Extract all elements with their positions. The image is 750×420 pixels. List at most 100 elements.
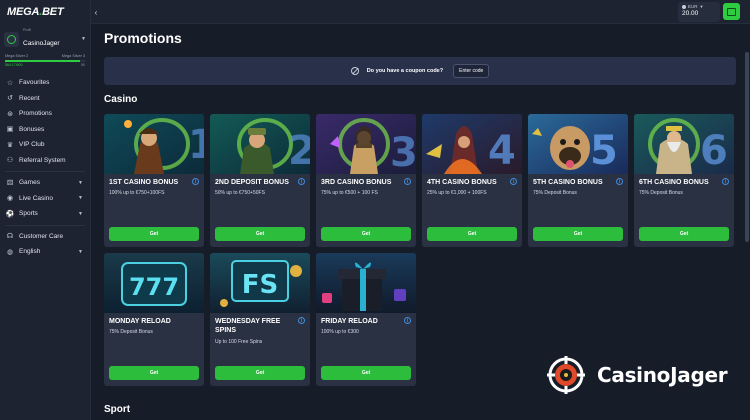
promo-image: 5 <box>528 114 628 174</box>
watermark: CasinoJager <box>547 356 728 394</box>
sidebar-item-label: Games <box>19 179 40 187</box>
topbar: ‹ EUR ▼ 20.00 <box>91 0 750 24</box>
avatar <box>4 31 19 47</box>
collapse-sidebar-button[interactable]: ‹ <box>91 5 101 19</box>
chevron-down-icon: ▼ <box>699 4 704 9</box>
info-icon[interactable]: i <box>404 317 411 324</box>
promo-card: FRIDAY RELOAD i 100% up to €300 Get <box>316 253 416 386</box>
watermark-text: CasinoJager <box>597 363 728 387</box>
info-icon[interactable]: i <box>616 178 623 185</box>
get-bonus-button[interactable]: Get <box>533 227 623 241</box>
page-title: Promotions <box>104 30 182 46</box>
image-text: 777 <box>129 273 179 301</box>
globe-icon: ◍ <box>6 248 14 256</box>
image-number: 6 <box>700 128 728 174</box>
info-icon[interactable]: i <box>404 178 411 185</box>
info-icon[interactable]: i <box>722 178 729 185</box>
sidebar-item-label: Live Casino <box>19 194 53 202</box>
sidebar-item-label: English <box>19 248 41 256</box>
enter-code-button[interactable]: Enter code <box>453 64 490 78</box>
promo-icon: ⊛ <box>7 110 13 118</box>
promo-description: 100% up to €750+100FS <box>109 190 165 196</box>
headset-icon: ☊ <box>6 233 14 241</box>
promo-image: 1 <box>104 114 204 174</box>
points-next: 50 <box>81 63 85 67</box>
wallet-balance[interactable]: EUR ▼ 20.00 <box>678 2 720 22</box>
promo-description: 50% up to €750+50FS <box>215 190 265 196</box>
wallet-amount: 20.00 <box>682 10 699 17</box>
sidebar-item-label: Referral System <box>19 156 66 164</box>
image-number: 4 <box>488 128 516 174</box>
deposit-button[interactable] <box>723 3 740 20</box>
coupon-icon <box>350 67 359 75</box>
sidebar-item-label: Customer Care <box>19 232 64 240</box>
sidebar-item-label: Promotions <box>19 110 52 118</box>
promo-card: 3 3RD CASINO BONUS i 75% up to €500 + 10… <box>316 114 416 247</box>
get-bonus-button[interactable]: Get <box>215 227 305 241</box>
sidebar-item-vip-club[interactable]: ♛ VIP Club <box>0 137 90 153</box>
promo-description: 75% Deposit Bonus <box>533 190 577 196</box>
level-progress-fill <box>5 60 81 62</box>
get-bonus-button[interactable]: Get <box>109 227 199 241</box>
brand-logo[interactable]: MEGA.BET <box>7 6 64 18</box>
dice-icon: ⚄ <box>6 179 14 187</box>
promo-title: 4TH CASINO BONUS <box>427 179 497 186</box>
promo-card: 1 1ST CASINO BONUS i 100% up to €750+100… <box>104 114 204 247</box>
sidebar-item-promotions[interactable]: ⊛ Promotions <box>0 106 90 122</box>
sidebar-item-label: Sports <box>19 210 38 218</box>
vip-levels: Mega Silver 2 Mega Silver 3 <box>0 51 90 58</box>
scrollbar-thumb[interactable] <box>745 52 749 242</box>
history-icon: ↺ <box>7 95 13 103</box>
promo-description: 100% up to €300 <box>321 329 359 335</box>
section-title-casino: Casino <box>104 94 138 105</box>
promo-title: MONDAY RELOAD <box>109 318 171 325</box>
info-icon[interactable]: i <box>298 317 305 324</box>
get-bonus-button[interactable]: Get <box>639 227 729 241</box>
promo-card: 4 4TH CASINO BONUS i 25% up to €1,000 + … <box>422 114 522 247</box>
logo-bar: MEGA.BET <box>0 0 90 24</box>
info-icon[interactable]: i <box>192 178 199 185</box>
chevron-down-icon: ▼ <box>78 210 83 217</box>
promo-card: 5 5TH CASINO BONUS i 75% Deposit Bonus G… <box>528 114 628 247</box>
sidebar-item-live-casino[interactable]: ◉ Live Casino ▼ <box>0 191 90 207</box>
chevron-left-icon: ‹ <box>94 7 98 17</box>
promo-description: Up to 100 Free Spins <box>215 339 263 345</box>
promo-image <box>316 253 416 313</box>
wallet-currency: EUR <box>688 4 698 9</box>
promo-image: 777 <box>104 253 204 313</box>
info-icon[interactable]: i <box>510 178 517 185</box>
points-current: 564.17/600 <box>5 63 23 67</box>
level-progress-bar <box>5 60 85 62</box>
promo-title: WEDNESDAY FREE SPINS <box>215 318 281 334</box>
get-bonus-button[interactable]: Get <box>109 366 199 380</box>
promo-description: 25% up to €1,000 + 100FS <box>427 190 487 196</box>
get-bonus-button[interactable]: Get <box>427 227 517 241</box>
sidebar-item-bonuses[interactable]: ▣ Bonuses <box>0 122 90 138</box>
image-number: 1 <box>188 122 204 168</box>
sidebar-item-customer-care[interactable]: ☊ Customer Care <box>0 229 90 245</box>
sidebar-item-recent[interactable]: ↺ Recent <box>0 91 90 107</box>
users-icon: ⚇ <box>6 157 14 165</box>
promo-title: FRIDAY RELOAD <box>321 318 378 325</box>
level-next: Mega Silver 3 <box>61 54 85 58</box>
section-title-sport: Sport <box>104 404 131 415</box>
language-select[interactable]: ◍ English ▼ <box>0 244 90 260</box>
sidebar-item-sports[interactable]: ⚽ Sports ▼ <box>0 206 90 222</box>
promo-card: 2 2ND DEPOSIT BONUS i 50% up to €750+50F… <box>210 114 310 247</box>
get-bonus-button[interactable]: Get <box>215 366 305 380</box>
profile-menu[interactable]: Profil CasinoJager ▼ <box>4 27 86 51</box>
sidebar-item-games[interactable]: ⚄ Games ▼ <box>0 175 90 191</box>
sidebar-item-favourites[interactable]: ☆ Favourites <box>0 75 90 91</box>
coupon-banner: Do you have a coupon code? Enter code <box>104 57 736 85</box>
get-bonus-button[interactable]: Get <box>321 366 411 380</box>
coin-icon <box>682 4 686 9</box>
sidebar-nav: ☆ Favourites ↺ Recent ⊛ Promotions ▣ Bonuses… <box>0 75 90 260</box>
sidebar-item-referral[interactable]: ⚇ Referral System <box>0 153 90 169</box>
level-values: 564.17/600 50 <box>0 62 90 67</box>
promo-image: 3 <box>316 114 416 174</box>
promo-description: 75% up to €500 + 100 FS <box>321 190 378 196</box>
info-icon[interactable]: i <box>298 178 305 185</box>
promo-card: 777 MONDAY RELOAD 75% Deposit Bonus Get <box>104 253 204 386</box>
get-bonus-button[interactable]: Get <box>321 227 411 241</box>
chevron-down-icon: ▼ <box>81 36 86 42</box>
